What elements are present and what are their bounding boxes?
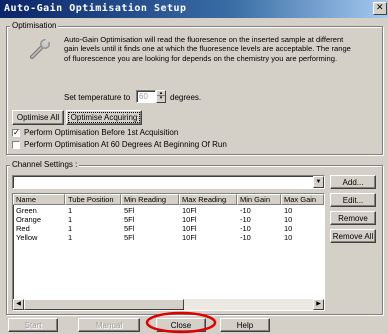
cell-tube: 1 bbox=[68, 206, 73, 215]
scroll-left-icon[interactable]: ◀ bbox=[13, 299, 24, 310]
close-highlight-annotation bbox=[145, 311, 217, 334]
cell-min-gain: -10 bbox=[240, 224, 251, 233]
optimise-all-button[interactable]: Optimise All bbox=[12, 110, 64, 125]
before-acquisition-checkbox[interactable]: ✓ bbox=[12, 129, 20, 137]
cell-max-gain: 10 bbox=[284, 215, 293, 224]
cell-max-gain: 10 bbox=[284, 206, 293, 215]
cell-min-reading: 5Fl bbox=[124, 206, 135, 215]
title-bar: Auto-Gain Optimisation Setup ✕ bbox=[0, 0, 388, 18]
help-button[interactable]: Help bbox=[220, 318, 270, 332]
start-button[interactable]: Start bbox=[8, 318, 58, 332]
optimisation-legend: Optimisation bbox=[10, 21, 59, 30]
table-row[interactable]: Yellow 1 5Fl 10Fl -10 10 bbox=[13, 233, 324, 242]
column-header[interactable]: Name bbox=[13, 194, 65, 205]
temperature-input[interactable]: 60 bbox=[136, 90, 156, 103]
dropdown-arrow-icon[interactable]: ▼ bbox=[313, 176, 324, 188]
window-close-button[interactable]: ✕ bbox=[373, 2, 387, 15]
manual-button[interactable]: Manual bbox=[78, 318, 140, 332]
temperature-label: Set temperature to bbox=[64, 93, 131, 102]
cell-max-reading: 10Fl bbox=[182, 215, 197, 224]
at-60-degrees-label: Perform Optimisation At 60 Degrees At Be… bbox=[24, 140, 227, 149]
column-header[interactable]: Tube Position bbox=[65, 194, 121, 205]
column-header[interactable]: Max Reading bbox=[179, 194, 237, 205]
cell-tube: 1 bbox=[68, 215, 73, 224]
column-header[interactable]: Min Reading bbox=[121, 194, 179, 205]
wrench-icon bbox=[30, 38, 50, 59]
cell-name: Green bbox=[16, 206, 37, 215]
table-row[interactable]: Orange 1 5Fl 10Fl -10 10 bbox=[13, 215, 324, 224]
cell-max-reading: 10Fl bbox=[182, 224, 197, 233]
cell-min-reading: 5Fl bbox=[124, 215, 135, 224]
at-60-degrees-checkbox[interactable] bbox=[12, 141, 20, 149]
optimisation-description: Auto-Gain Optimisation will read the flu… bbox=[64, 35, 351, 63]
column-header[interactable]: Min Gain bbox=[237, 194, 281, 205]
channel-settings-legend: Channel Settings : bbox=[10, 160, 80, 169]
remove-all-channels-button[interactable]: Remove All bbox=[330, 229, 376, 243]
cell-min-reading: 5Fl bbox=[124, 224, 135, 233]
cell-min-gain: -10 bbox=[240, 233, 251, 242]
cell-min-gain: -10 bbox=[240, 206, 251, 215]
cell-max-reading: 10Fl bbox=[182, 206, 197, 215]
table-row[interactable]: Green 1 5Fl 10Fl -10 10 bbox=[13, 206, 324, 215]
cell-tube: 1 bbox=[68, 233, 73, 242]
cell-min-gain: -10 bbox=[240, 215, 251, 224]
cell-max-reading: 10Fl bbox=[182, 233, 197, 242]
optimise-acquiring-button[interactable]: Optimise Acquiring bbox=[66, 110, 142, 125]
cell-tube: 1 bbox=[68, 224, 73, 233]
spin-down-icon[interactable]: ▾ bbox=[157, 96, 165, 101]
window-title: Auto-Gain Optimisation Setup bbox=[4, 3, 187, 14]
column-header[interactable]: Max Gain bbox=[281, 194, 324, 205]
cell-name: Orange bbox=[16, 215, 42, 224]
cell-name: Yellow bbox=[16, 233, 38, 242]
cell-min-reading: 5Fl bbox=[124, 233, 135, 242]
add-channel-button[interactable]: Add... bbox=[330, 175, 376, 189]
cell-max-gain: 10 bbox=[284, 224, 293, 233]
scroll-right-icon[interactable]: ▶ bbox=[313, 299, 324, 310]
channel-select[interactable]: ▼ bbox=[12, 175, 325, 189]
scroll-thumb[interactable] bbox=[24, 299, 184, 310]
before-acquisition-label: Perform Optimisation Before 1st Acquisit… bbox=[24, 128, 179, 137]
table-row[interactable]: Red 1 5Fl 10Fl -10 10 bbox=[13, 224, 324, 233]
horizontal-scrollbar[interactable]: ◀ ▶ bbox=[13, 299, 324, 310]
cell-max-gain: 10 bbox=[284, 233, 293, 242]
temperature-spinner[interactable]: ▴ ▾ bbox=[156, 90, 166, 103]
remove-channel-button[interactable]: Remove bbox=[330, 211, 376, 225]
temperature-unit: degrees. bbox=[170, 93, 202, 102]
edit-channel-button[interactable]: Edit... bbox=[330, 193, 376, 207]
cell-name: Red bbox=[16, 224, 30, 233]
channel-table[interactable]: Name Tube Position Min Reading Max Readi… bbox=[12, 193, 325, 311]
